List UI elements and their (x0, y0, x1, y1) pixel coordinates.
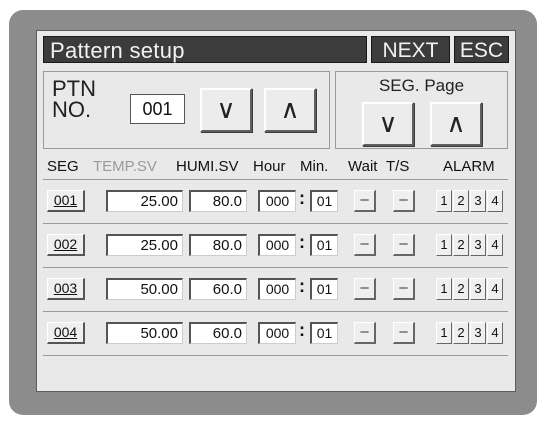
time-separator: : (299, 320, 305, 340)
humi-sv-field[interactable]: 80.0 (189, 234, 247, 256)
page-title: Pattern setup (43, 36, 367, 63)
ts-button[interactable]: – (393, 234, 415, 256)
alarm-4-toggle[interactable]: 4 (487, 190, 503, 212)
min-field[interactable]: 01 (310, 190, 338, 212)
col-header-min: Min. (300, 158, 329, 175)
title-bar: Pattern setup NEXT ESC (43, 36, 509, 63)
seg-button[interactable]: 003 (47, 278, 85, 300)
row-divider (43, 311, 508, 312)
humi-sv-field[interactable]: 80.0 (189, 190, 247, 212)
col-header-alarm: ALARM (443, 158, 495, 175)
seg-button[interactable]: 004 (47, 322, 85, 344)
pattern-number-panel: PTN NO. 001 ∨ ∧ (43, 71, 330, 149)
alarm-group: 1 2 3 4 (436, 190, 504, 212)
min-field[interactable]: 01 (310, 278, 338, 300)
seg-button[interactable]: 002 (47, 234, 85, 256)
segment-row: 002 25.00 80.0 000 : 01 – – 1 2 3 4 (43, 225, 508, 265)
min-field[interactable]: 01 (310, 322, 338, 344)
segment-row: 004 50.00 60.0 000 : 01 – – 1 2 3 4 (43, 313, 508, 353)
col-header-wait: Wait (348, 158, 378, 175)
hour-field[interactable]: 000 (258, 322, 296, 344)
time-separator: : (299, 188, 305, 208)
row-divider (43, 355, 508, 356)
ts-button[interactable]: – (393, 190, 415, 212)
time-separator: : (299, 232, 305, 252)
seg-button[interactable]: 001 (47, 190, 85, 212)
temp-sv-field[interactable]: 25.00 (106, 190, 183, 212)
esc-button[interactable]: ESC (454, 36, 509, 63)
row-divider (43, 267, 508, 268)
ts-button[interactable]: – (393, 278, 415, 300)
alarm-2-toggle[interactable]: 2 (453, 278, 469, 300)
ptn-label-line2: NO. (52, 97, 92, 122)
alarm-4-toggle[interactable]: 4 (487, 322, 503, 344)
time-separator: : (299, 276, 305, 296)
wait-button[interactable]: – (354, 190, 376, 212)
seg-page-panel: SEG. Page ∨ ∧ (335, 71, 508, 149)
ptn-number-input[interactable]: 001 (130, 94, 185, 124)
alarm-group: 1 2 3 4 (436, 322, 504, 344)
alarm-1-toggle[interactable]: 1 (436, 278, 452, 300)
alarm-3-toggle[interactable]: 3 (470, 234, 486, 256)
wait-button[interactable]: – (354, 278, 376, 300)
ptn-up-button[interactable]: ∧ (264, 88, 316, 132)
alarm-2-toggle[interactable]: 2 (453, 190, 469, 212)
ptn-no-label: PTN NO. (52, 78, 96, 122)
seg-page-down-button[interactable]: ∨ (362, 102, 414, 146)
alarm-2-toggle[interactable]: 2 (453, 234, 469, 256)
hmi-screen: Pattern setup NEXT ESC PTN NO. 001 ∨ ∧ S… (36, 30, 516, 392)
temp-sv-field[interactable]: 25.00 (106, 234, 183, 256)
seg-page-label: SEG. Page (378, 76, 465, 95)
alarm-1-toggle[interactable]: 1 (436, 234, 452, 256)
humi-sv-field[interactable]: 60.0 (189, 278, 247, 300)
hour-field[interactable]: 000 (258, 278, 296, 300)
segment-row: 003 50.00 60.0 000 : 01 – – 1 2 3 4 (43, 269, 508, 309)
alarm-3-toggle[interactable]: 3 (470, 322, 486, 344)
alarm-3-toggle[interactable]: 3 (470, 190, 486, 212)
col-header-temp: TEMP.SV (93, 158, 157, 175)
wait-button[interactable]: – (354, 234, 376, 256)
hour-field[interactable]: 000 (258, 234, 296, 256)
alarm-group: 1 2 3 4 (436, 278, 504, 300)
alarm-group: 1 2 3 4 (436, 234, 504, 256)
col-header-hour: Hour (253, 158, 286, 175)
ptn-down-button[interactable]: ∨ (200, 88, 252, 132)
col-header-humi: HUMI.SV (176, 158, 239, 175)
next-button[interactable]: NEXT (371, 36, 450, 63)
col-header-seg: SEG (47, 158, 79, 175)
hour-field[interactable]: 000 (258, 190, 296, 212)
alarm-4-toggle[interactable]: 4 (487, 234, 503, 256)
alarm-3-toggle[interactable]: 3 (470, 278, 486, 300)
alarm-1-toggle[interactable]: 1 (436, 322, 452, 344)
row-divider (43, 223, 508, 224)
wait-button[interactable]: – (354, 322, 376, 344)
min-field[interactable]: 01 (310, 234, 338, 256)
ts-button[interactable]: – (393, 322, 415, 344)
humi-sv-field[interactable]: 60.0 (189, 322, 247, 344)
col-header-ts: T/S (386, 158, 410, 175)
temp-sv-field[interactable]: 50.00 (106, 322, 183, 344)
alarm-4-toggle[interactable]: 4 (487, 278, 503, 300)
temp-sv-field[interactable]: 50.00 (106, 278, 183, 300)
alarm-1-toggle[interactable]: 1 (436, 190, 452, 212)
segment-row: 001 25.00 80.0 000 : 01 – – 1 2 3 4 (43, 181, 508, 221)
row-divider (43, 179, 508, 180)
alarm-2-toggle[interactable]: 2 (453, 322, 469, 344)
seg-page-up-button[interactable]: ∧ (430, 102, 482, 146)
